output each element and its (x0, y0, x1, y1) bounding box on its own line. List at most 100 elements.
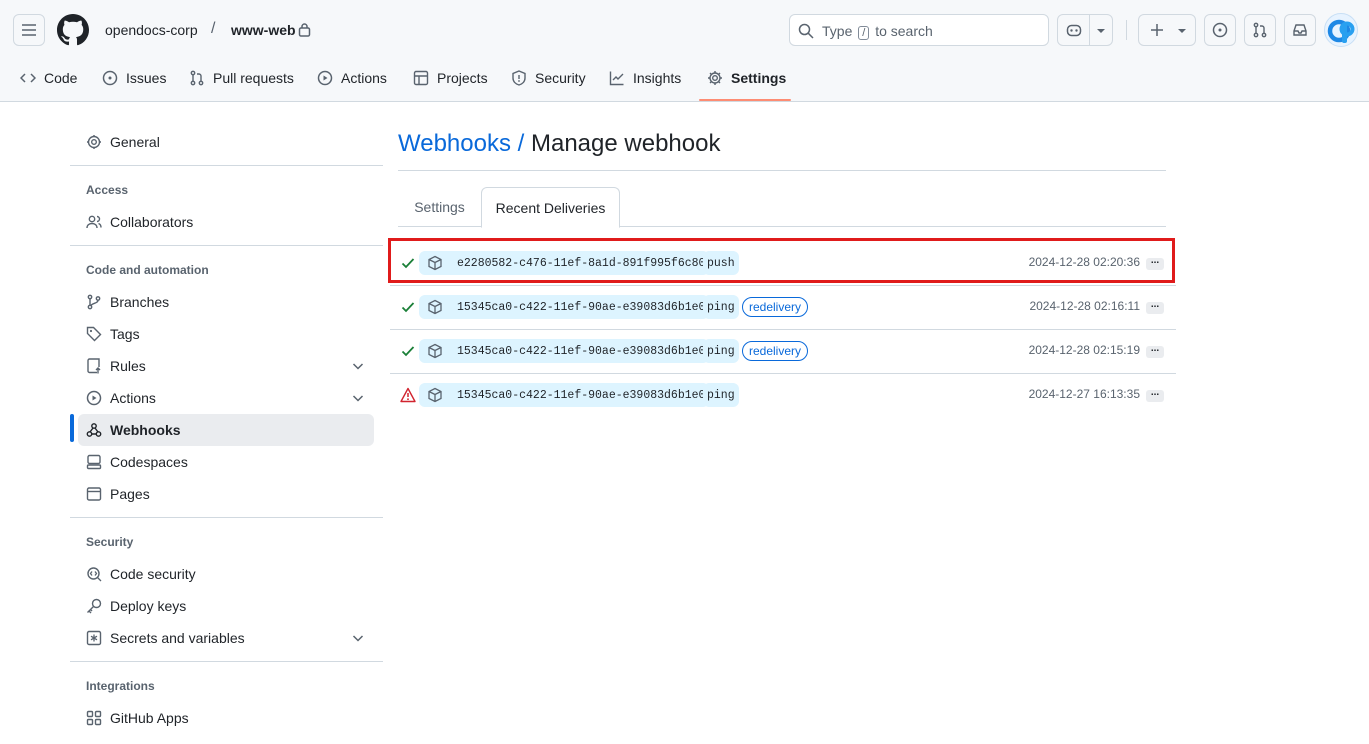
tab-recent-deliveries[interactable]: Recent Deliveries (481, 187, 620, 228)
chevron-down-icon[interactable] (1096, 26, 1106, 36)
sidebar-item-webhooks[interactable]: Webhooks (78, 414, 374, 446)
create-new-button[interactable] (1138, 14, 1196, 46)
sidebar-divider (70, 245, 383, 246)
chevron-down-icon[interactable] (350, 358, 366, 374)
sidebar-item-label: Deploy keys (110, 598, 187, 614)
issue-icon (1212, 22, 1228, 38)
your-pull-requests-button[interactable] (1244, 14, 1276, 46)
more-options-button[interactable]: ... (1146, 388, 1164, 402)
pull-request-icon (1253, 22, 1267, 38)
inbox-icon (1293, 24, 1307, 36)
issue-icon (102, 70, 118, 86)
sidebar-active-indicator (70, 414, 74, 442)
delivery-row[interactable]: e2280582-c476-11ef-8a1d-891f995f6c80 pus… (390, 241, 1176, 285)
sidebar-item-code-security[interactable]: Code security (78, 558, 374, 590)
delivery-guid-link[interactable]: 15345ca0-c422-11ef-90ae-e39083d6b1e0 (419, 295, 710, 319)
tab-webhook-settings[interactable]: Settings (398, 187, 481, 227)
sidebar-item-label: Code security (110, 566, 196, 582)
delivery-guid: e2280582-c476-11ef-8a1d-891f995f6c80 (457, 256, 706, 270)
tab-insights[interactable]: Insights (609, 68, 681, 88)
delivery-row[interactable]: 15345ca0-c422-11ef-90ae-e39083d6b1e0 pin… (390, 373, 1176, 417)
tab-security[interactable]: Security (511, 68, 586, 88)
inbox-button[interactable] (1284, 14, 1316, 46)
tab-label: Pull requests (213, 70, 294, 86)
tab-code[interactable]: Code (20, 68, 77, 88)
search-input[interactable]: Type / to search (789, 14, 1049, 46)
more-options-button[interactable]: ... (1146, 300, 1164, 314)
check-icon (401, 258, 415, 269)
delivery-guid-link[interactable]: 15345ca0-c422-11ef-90ae-e39083d6b1e0 (419, 339, 710, 363)
github-logo-icon[interactable] (57, 14, 89, 46)
sidebar-heading-access: Access (86, 183, 129, 197)
sidebar-item-deploy-keys[interactable]: Deploy keys (78, 590, 374, 622)
tab-issues[interactable]: Issues (102, 68, 166, 88)
package-icon (428, 255, 442, 271)
sidebar-item-general[interactable]: General (78, 126, 374, 158)
sidebar-item-codespaces[interactable]: Codespaces (78, 446, 374, 478)
delivery-guid-link[interactable]: e2280582-c476-11ef-8a1d-891f995f6c80 (419, 251, 710, 275)
sidebar-item-pages[interactable]: Pages (78, 478, 374, 510)
delivery-time: 2024-12-27 16:13:35 (1028, 387, 1140, 401)
tab-projects[interactable]: Projects (413, 68, 488, 88)
gear-icon (87, 135, 101, 149)
check-icon (401, 346, 415, 357)
user-avatar[interactable] (1324, 13, 1358, 47)
tab-label: Insights (633, 70, 682, 86)
sidebar-item-github-apps[interactable]: GitHub Apps (78, 702, 374, 734)
sidebar-item-label: Webhooks (110, 422, 181, 438)
delivery-event-badge: ping (703, 383, 739, 407)
breadcrumb-separator: / (517, 130, 525, 157)
sidebar-item-secrets-and-variables[interactable]: Secrets and variables (78, 622, 374, 654)
sidebar-item-tags[interactable]: Tags (78, 318, 374, 350)
webhook-icon (86, 423, 102, 437)
tab-pull-requests[interactable]: Pull requests (189, 68, 294, 88)
breadcrumb-owner[interactable]: opendocs-corp (105, 22, 198, 38)
sidebar-divider (70, 661, 383, 662)
menu-button[interactable] (13, 14, 45, 46)
tab-settings[interactable]: Settings (707, 68, 786, 88)
delivery-row[interactable]: 15345ca0-c422-11ef-90ae-e39083d6b1e0 pin… (390, 285, 1176, 329)
sidebar-divider (70, 165, 383, 166)
codespaces-icon (86, 454, 102, 470)
page-title: Webhooks / Manage webhook (398, 130, 720, 158)
copilot-button-group[interactable] (1057, 14, 1113, 46)
check-icon (401, 302, 415, 313)
search-shortcut-key: / (858, 26, 870, 40)
delivery-guid-link[interactable]: 15345ca0-c422-11ef-90ae-e39083d6b1e0 (419, 383, 710, 407)
header-divider (1126, 20, 1127, 40)
branch-icon (87, 294, 101, 310)
sidebar-item-rules[interactable]: Rules (78, 350, 374, 382)
more-options-button[interactable]: ... (1146, 344, 1164, 358)
delivery-row[interactable]: 15345ca0-c422-11ef-90ae-e39083d6b1e0 pin… (390, 329, 1176, 373)
sidebar-item-label: Pages (110, 486, 150, 502)
breadcrumb-webhooks-link[interactable]: Webhooks (398, 130, 511, 157)
chevron-down-icon (1178, 29, 1186, 33)
play-icon (86, 390, 102, 406)
tag-icon (86, 326, 102, 342)
sidebar-item-collaborators[interactable]: Collaborators (78, 206, 374, 238)
redelivery-badge: redelivery (742, 341, 809, 361)
delivery-time: 2024-12-28 02:20:36 (1028, 255, 1140, 269)
selected-tab-indicator (699, 99, 791, 101)
tab-label: Issues (126, 70, 167, 86)
more-options-button[interactable]: ... (1146, 256, 1164, 270)
app-header: opendocs-corp / www-web Type / to search (0, 0, 1369, 102)
your-issues-button[interactable] (1204, 14, 1236, 46)
pull-request-icon (190, 70, 204, 86)
sidebar-item-branches[interactable]: Branches (78, 286, 374, 318)
play-icon (317, 70, 333, 86)
chevron-down-icon[interactable] (350, 630, 366, 646)
tab-actions[interactable]: Actions (317, 68, 387, 88)
codescan-icon (87, 567, 102, 582)
search-placeholder: Type / to search (822, 23, 933, 40)
delivery-time: 2024-12-28 02:16:11 (1029, 299, 1140, 313)
breadcrumb-repo[interactable]: www-web (231, 22, 296, 38)
sidebar-item-label: Rules (110, 358, 146, 374)
sidebar-item-actions[interactable]: Actions (78, 382, 374, 414)
lock-icon (298, 23, 311, 37)
package-icon (428, 343, 442, 359)
chevron-down-icon[interactable] (350, 390, 366, 406)
repo-push-icon (87, 358, 101, 374)
sidebar-heading-code-automation: Code and automation (86, 263, 209, 277)
delivery-time: 2024-12-28 02:15:19 (1028, 343, 1140, 357)
